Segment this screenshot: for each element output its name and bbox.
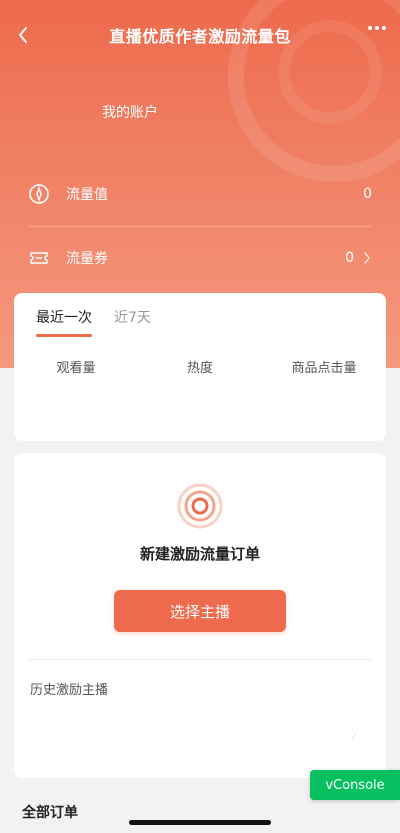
history-label: 历史激励主播 bbox=[30, 683, 109, 698]
account-label: 我的账户 bbox=[102, 105, 158, 121]
tab-7-days[interactable]: 近7天 bbox=[114, 307, 151, 337]
coupon-icon bbox=[28, 247, 50, 269]
metric-label: 流量值 bbox=[66, 187, 108, 203]
stats-tabs: 最近一次 近7天 bbox=[36, 307, 151, 337]
new-order-title: 新建激励流量订单 bbox=[139, 545, 260, 563]
flow-value-icon bbox=[28, 183, 50, 205]
more-dots-icon[interactable] bbox=[368, 26, 386, 30]
metric-value: 0 bbox=[363, 186, 372, 202]
stats-card: 最近一次 近7天 观看量 热度 商品点击量 bbox=[14, 293, 386, 441]
chevron-right-icon bbox=[350, 725, 358, 744]
stats-columns: 观看量 热度 商品点击量 bbox=[14, 357, 386, 376]
divider bbox=[28, 226, 372, 227]
home-indicator bbox=[129, 820, 271, 825]
metric-value: 0 bbox=[345, 250, 354, 266]
page-title: 直播优质作者激励流量包 bbox=[109, 27, 291, 46]
vconsole-button[interactable]: vConsole bbox=[310, 770, 400, 800]
target-rings-icon bbox=[177, 483, 223, 529]
select-streamer-button[interactable]: 选择主播 bbox=[114, 590, 286, 632]
stat-views: 观看量 bbox=[56, 361, 96, 376]
navbar: 直播优质作者激励流量包 bbox=[0, 18, 400, 52]
stat-heat: 热度 bbox=[186, 361, 213, 376]
tab-recent[interactable]: 最近一次 bbox=[36, 307, 92, 337]
metric-label: 流量券 bbox=[66, 251, 108, 267]
metric-row-coupon[interactable]: 流量券 0 bbox=[28, 242, 372, 274]
chevron-left-icon[interactable] bbox=[12, 24, 34, 46]
chevron-right-icon bbox=[362, 251, 372, 265]
metric-row-flow-value: 流量值 0 bbox=[28, 178, 372, 210]
stat-product-clicks: 商品点击量 bbox=[291, 361, 357, 376]
order-card: 新建激励流量订单 选择主播 历史激励主播 bbox=[14, 453, 386, 778]
all-orders-title: 全部订单 bbox=[22, 805, 78, 821]
divider bbox=[28, 659, 372, 660]
